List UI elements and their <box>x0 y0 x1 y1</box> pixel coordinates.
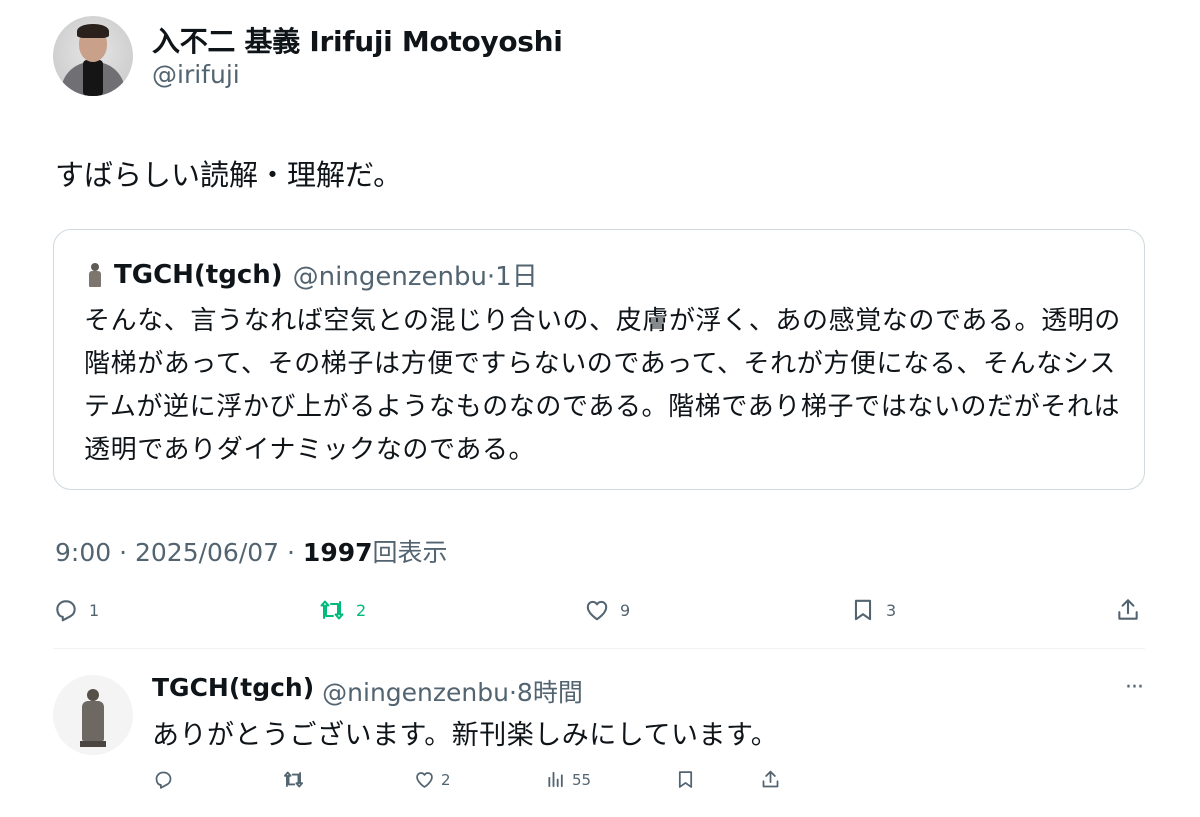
bookmark-icon <box>850 597 876 623</box>
quoted-author-name: TGCH(tgch) <box>114 259 283 290</box>
author-avatar[interactable] <box>53 16 133 96</box>
quoted-author-meta: @ningenzenbu·1日 <box>292 262 538 292</box>
retweet-count: 2 <box>356 600 367 620</box>
author-name[interactable]: 入不二 基義 Irifuji Motoyoshi <box>152 20 563 60</box>
retweet-icon <box>318 597 346 623</box>
reply-like-button[interactable]: 2 <box>414 769 451 790</box>
more-icon[interactable]: ··· <box>1120 677 1148 699</box>
quoted-tweet-text: そんな、言うなれば空気との混じり合いの、皮膚が浮く、あの感覚なのである。透明の階… <box>84 306 1121 465</box>
bookmark-count: 3 <box>886 600 897 620</box>
timestamp[interactable]: 9:00 · 2025/06/07 · <box>55 538 303 567</box>
author-handle[interactable]: @irifuji <box>152 60 240 89</box>
reply-icon <box>53 597 79 623</box>
reply-like-count: 2 <box>441 770 451 789</box>
divider <box>53 648 1145 649</box>
bookmark-button[interactable]: 3 <box>850 597 896 623</box>
quoted-tweet-header: TGCH(tgch) @ningenzenbu·1日 <box>84 256 538 293</box>
like-icon <box>584 597 610 623</box>
reply-author-avatar[interactable] <box>53 675 133 755</box>
reply-author-meta[interactable]: @ningenzenbu·8時間 <box>322 673 583 709</box>
bookmark-icon <box>675 769 696 790</box>
reply-author-name[interactable]: TGCH(tgch) <box>152 673 314 709</box>
reply-icon <box>153 769 174 790</box>
reply-header: TGCH(tgch) @ningenzenbu·8時間 <box>152 673 583 709</box>
retweet-button[interactable]: 2 <box>318 597 366 623</box>
quoted-tweet-card[interactable]: TGCH(tgch) @ningenzenbu·1日 そんな、言うなれば空気との… <box>53 229 1145 490</box>
reply-views-button[interactable]: 55 <box>546 769 591 790</box>
views-count: 1997 <box>302 538 373 567</box>
reply-share-button[interactable] <box>760 769 781 790</box>
share-icon <box>1115 597 1141 623</box>
reply-text: ありがとうございます。新刊楽しみにしています。 <box>152 720 779 751</box>
tweet-meta: 9:00 · 2025/06/07 · 1997回表示 <box>55 533 448 569</box>
like-icon <box>414 769 435 790</box>
views-icon <box>546 769 566 790</box>
post-text: すばらしい読解・理解だ。 <box>55 158 403 192</box>
reply-views-count: 55 <box>572 770 592 789</box>
quoted-author-avatar <box>84 262 106 288</box>
reply-retweet-button[interactable] <box>282 769 305 790</box>
share-button[interactable] <box>1115 597 1141 623</box>
reply-bookmark-button[interactable] <box>675 769 696 790</box>
reply-button[interactable]: 1 <box>53 597 99 623</box>
share-icon <box>760 769 781 790</box>
reply-reply-button[interactable] <box>153 769 174 790</box>
like-button[interactable]: 9 <box>584 597 630 623</box>
like-count: 9 <box>620 600 631 620</box>
retweet-icon <box>282 769 305 790</box>
reply-count: 1 <box>89 600 100 620</box>
tweet-detail: 入不二 基義 Irifuji Motoyoshi @irifuji すばらしい読… <box>0 0 1200 817</box>
views-label: 回表示 <box>372 538 448 567</box>
